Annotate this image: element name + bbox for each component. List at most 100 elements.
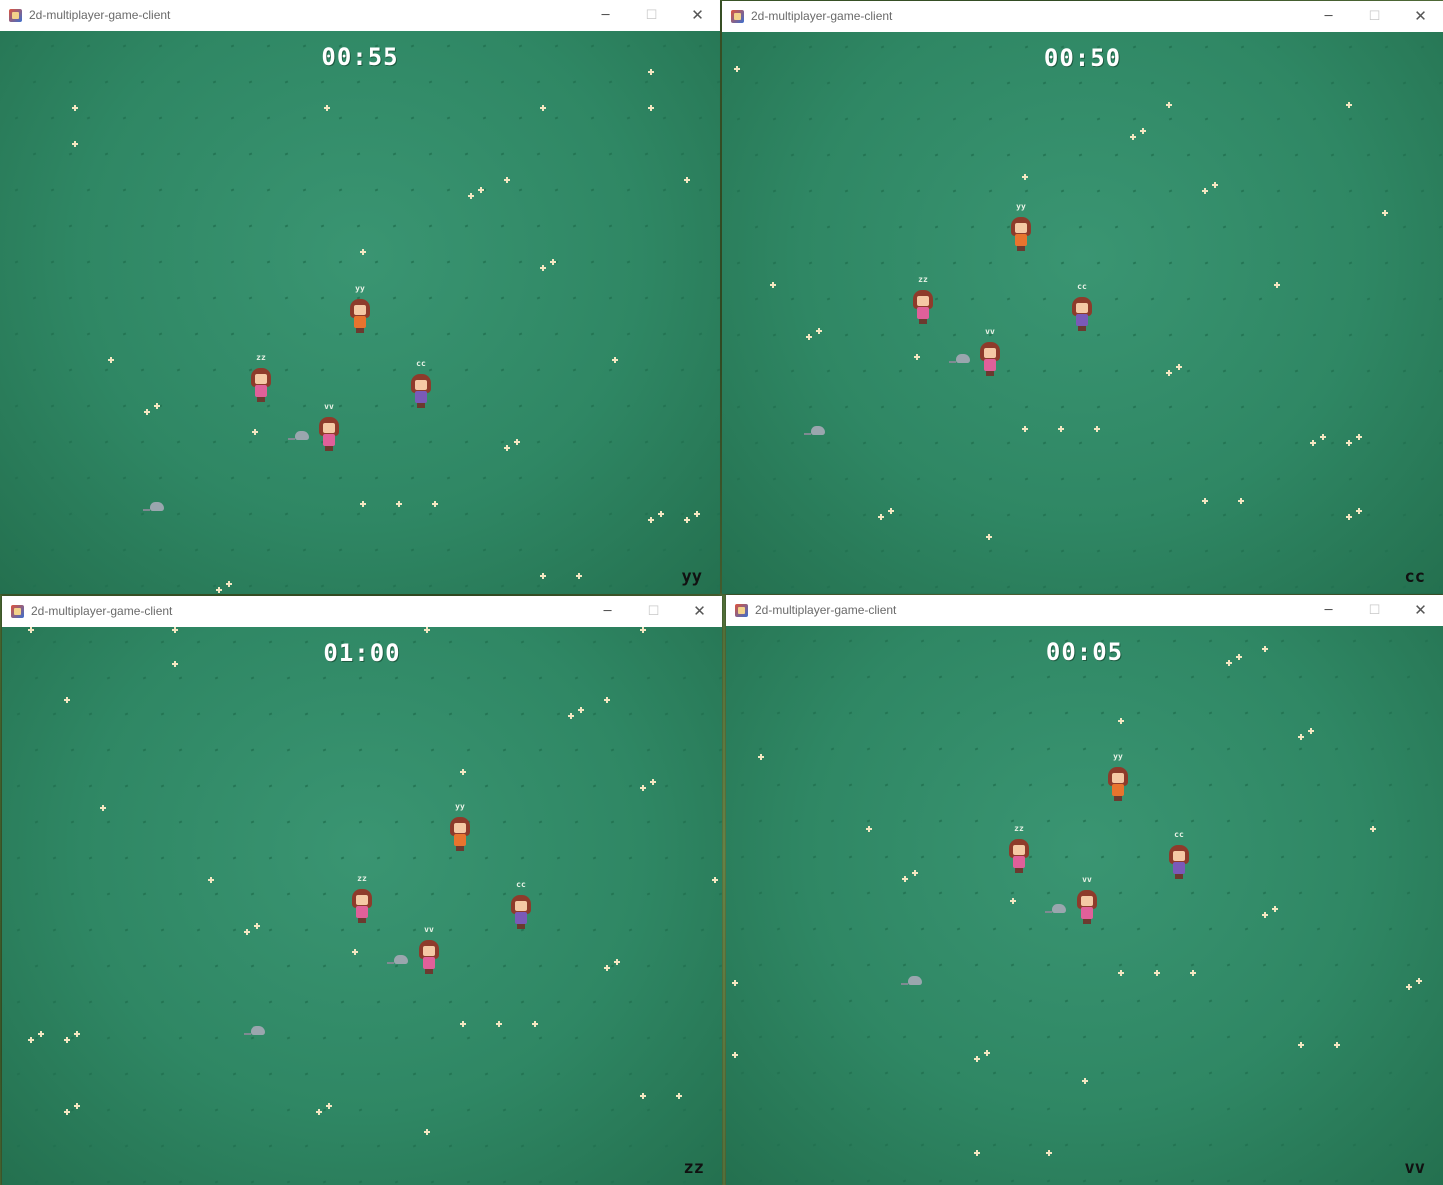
grass-tuft — [646, 1036, 651, 1040]
grass-tuft — [248, 584, 253, 588]
grass-tuft — [898, 441, 903, 445]
grass-tuft — [916, 333, 921, 337]
grass-tuft — [830, 675, 835, 679]
grass-tuft — [1100, 999, 1105, 1003]
grass-tuft — [142, 1108, 147, 1112]
grass-tuft — [808, 117, 813, 121]
grass-tuft — [1402, 369, 1407, 373]
grass-tuft — [830, 1035, 835, 1039]
flower — [74, 1103, 80, 1109]
close-icon[interactable]: ✕ — [675, 0, 720, 31]
flower — [694, 511, 700, 517]
grass-tuft — [1042, 441, 1047, 445]
grass-tuft — [1262, 1179, 1267, 1183]
grass-tuft — [772, 333, 777, 337]
grass-tuft — [992, 711, 997, 715]
flower — [1370, 826, 1376, 832]
grass-tuft — [1406, 963, 1411, 967]
game-window[interactable]: 2d-multiplayer-game-client ─ ☐ ✕ 00:55 y… — [0, 0, 720, 594]
minimize-icon[interactable]: ─ — [585, 596, 630, 627]
minimize-icon[interactable]: ─ — [1306, 1, 1351, 32]
grass-tuft — [664, 712, 669, 716]
flower — [684, 517, 690, 523]
flower — [432, 501, 438, 507]
grass-tuft — [646, 820, 651, 824]
flower — [658, 511, 664, 517]
app-icon — [9, 9, 22, 22]
grass-tuft — [374, 332, 379, 336]
grass-tuft — [610, 748, 615, 752]
minimize-icon[interactable]: ─ — [583, 0, 628, 31]
game-window[interactable]: 2d-multiplayer-game-client ─ ☐ ✕ 00:05 y… — [726, 595, 1443, 1185]
game-canvas[interactable]: 00:55 yy zz vv cc yy — [0, 31, 720, 594]
grass-tuft — [484, 928, 489, 932]
close-icon[interactable]: ✕ — [677, 596, 722, 627]
grass-tuft — [608, 224, 613, 228]
grass-tuft — [1024, 405, 1029, 409]
grass-tuft — [376, 928, 381, 932]
game-canvas[interactable]: 00:05 yy zz vv cc vv — [726, 626, 1443, 1185]
flower — [1406, 984, 1412, 990]
grass-tuft — [194, 116, 199, 120]
window-titlebar[interactable]: 2d-multiplayer-game-client ─ ☐ ✕ — [2, 596, 722, 627]
grass-tuft — [50, 188, 55, 192]
grass-tuft — [1132, 189, 1137, 193]
flower — [648, 105, 654, 111]
maximize-icon[interactable]: ☐ — [629, 0, 674, 31]
grass-tuft — [536, 80, 541, 84]
grass-tuft — [1276, 477, 1281, 481]
window-titlebar[interactable]: 2d-multiplayer-game-client ─ ☐ ✕ — [722, 1, 1443, 32]
grass-tuft — [358, 748, 363, 752]
grass-tuft — [1240, 405, 1245, 409]
grass-tuft — [1150, 585, 1155, 589]
grass-tuft — [1028, 999, 1033, 1003]
grass-tuft — [1334, 1035, 1339, 1039]
grass-tuft — [284, 584, 289, 588]
grass-tuft — [394, 676, 399, 680]
grass-tuft — [1078, 81, 1083, 85]
flower — [1010, 898, 1016, 904]
grass-tuft — [500, 584, 505, 588]
grass-tuft — [286, 676, 291, 680]
window-titlebar[interactable]: 2d-multiplayer-game-client ─ ☐ ✕ — [726, 595, 1443, 626]
maximize-icon[interactable]: ☐ — [631, 596, 676, 627]
grass-tuft — [1424, 999, 1429, 1003]
grass-tuft — [88, 928, 93, 932]
grass-tuft — [16, 856, 21, 860]
grass-tuft — [1006, 441, 1011, 445]
minimize-icon[interactable]: ─ — [1306, 595, 1351, 626]
window-titlebar[interactable]: 2d-multiplayer-game-client ─ ☐ ✕ — [0, 0, 720, 31]
flower — [478, 187, 484, 193]
close-icon[interactable]: ✕ — [1398, 1, 1443, 32]
game-window[interactable]: 2d-multiplayer-game-client ─ ☐ ✕ 01:00 y… — [2, 596, 722, 1185]
grass-tuft — [1298, 747, 1303, 751]
grass-tuft — [50, 404, 55, 408]
grass-tuft — [1186, 153, 1191, 157]
grass-tuft — [1312, 405, 1317, 409]
grass-tuft — [1280, 1143, 1285, 1147]
grass-tuft — [830, 963, 835, 967]
close-icon[interactable]: ✕ — [1398, 595, 1443, 626]
game-canvas[interactable]: 00:50 yy zz vv cc cc — [722, 32, 1443, 594]
grass-tuft — [248, 224, 253, 228]
grass-tuft — [68, 152, 73, 156]
flower — [28, 1037, 34, 1043]
maximize-icon[interactable]: ☐ — [1352, 595, 1397, 626]
grass-tuft — [1352, 711, 1357, 715]
grass-tuft — [902, 963, 907, 967]
grass-tuft — [1334, 747, 1339, 751]
grass-tuft — [1294, 81, 1299, 85]
game-window[interactable]: 2d-multiplayer-game-client ─ ☐ ✕ 00:50 y… — [722, 1, 1443, 594]
maximize-icon[interactable]: ☐ — [1352, 1, 1397, 32]
grass-tuft — [1294, 369, 1299, 373]
grass-tuft — [628, 856, 633, 860]
grass-tuft — [358, 820, 363, 824]
grass-tuft — [1078, 441, 1083, 445]
grass-tuft — [1100, 855, 1105, 859]
rock — [901, 976, 922, 985]
grass-tuft — [484, 856, 489, 860]
grass-tuft — [1316, 927, 1321, 931]
flower — [984, 1050, 990, 1056]
game-canvas[interactable]: 01:00 yy zz vv cc zz — [2, 627, 722, 1185]
grass-tuft — [1078, 225, 1083, 229]
